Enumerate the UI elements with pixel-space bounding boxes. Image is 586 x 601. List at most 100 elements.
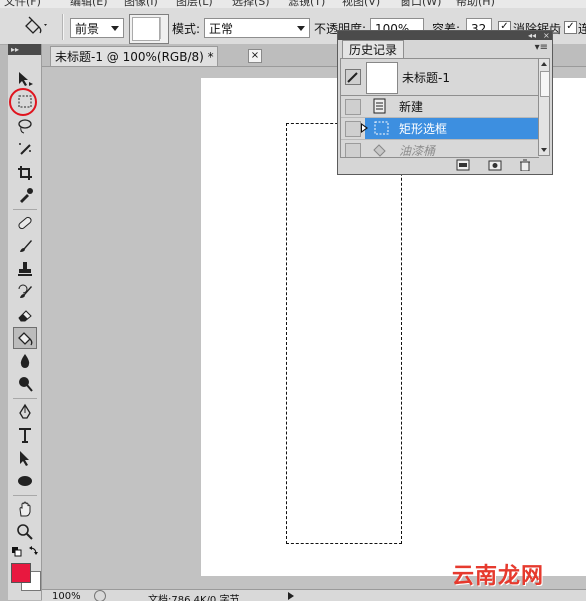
chevron-down-icon xyxy=(111,26,119,31)
move-icon xyxy=(19,72,33,86)
magic-wand-tool[interactable] xyxy=(13,139,37,161)
swap-colors-icon[interactable] xyxy=(28,545,38,555)
clone-stamp-tool[interactable] xyxy=(13,258,37,280)
shape-tool[interactable] xyxy=(13,470,37,492)
history-item-selected[interactable]: 矩形选框 xyxy=(341,118,539,140)
history-state-marker-icon xyxy=(361,123,368,133)
menu-image[interactable]: 图像(I) xyxy=(124,0,158,8)
paint-bucket-icon xyxy=(373,144,386,157)
crop-tool[interactable] xyxy=(13,162,37,184)
tools-panel-header[interactable]: ▸▸ xyxy=(8,44,41,55)
history-list: 未标题-1 新建 矩形选框 油漆桶 xyxy=(340,58,539,158)
history-panel: ◂◂ × 历史记录 ▾≡ 未标题-1 新建 矩形选框 油漆桶 xyxy=(337,30,553,175)
history-panel-tab[interactable]: 历史记录 xyxy=(342,40,405,59)
snapshot-thumbnail xyxy=(366,62,398,94)
pen-tool[interactable] xyxy=(13,401,37,423)
history-item[interactable]: 新建 xyxy=(341,96,539,118)
menubar: 文件(F) 编辑(E) 图像(I) 图层(L) 选择(S) 滤镜(T) 视图(V… xyxy=(0,0,586,8)
menu-select[interactable]: 选择(S) xyxy=(232,0,270,8)
hand-tool[interactable] xyxy=(13,498,37,520)
snapshot-row[interactable]: 未标题-1 xyxy=(341,59,539,96)
mode-value: 正常 xyxy=(209,22,234,36)
mode-label: 模式: xyxy=(172,22,201,36)
toolbar-divider xyxy=(13,398,37,399)
new-snapshot-icon[interactable] xyxy=(488,159,502,171)
contiguous-checkbox[interactable]: ✓ xyxy=(564,21,577,34)
brush-icon xyxy=(20,240,32,252)
history-source-checkbox[interactable] xyxy=(345,99,361,115)
path-select-icon xyxy=(20,451,29,466)
zoom-icon xyxy=(17,524,33,540)
history-brush-icon xyxy=(18,284,32,298)
status-icon[interactable] xyxy=(94,590,106,601)
eyedropper-tool[interactable] xyxy=(13,184,37,206)
close-tab-button[interactable]: × xyxy=(248,49,262,63)
history-source-checkbox[interactable] xyxy=(345,121,361,137)
crop-icon xyxy=(18,166,32,180)
separator xyxy=(62,14,64,40)
new-document-from-state-icon[interactable] xyxy=(456,159,470,171)
history-item[interactable]: 油漆桶 xyxy=(341,140,539,158)
rectangular-selection xyxy=(286,123,402,544)
default-colors-icon[interactable] xyxy=(12,546,22,557)
eyedropper-icon xyxy=(20,188,33,203)
tools-panel: ▸▸ xyxy=(8,44,42,600)
panel-titlebar[interactable]: ◂◂ × xyxy=(338,31,552,40)
foreground-color-swatch[interactable] xyxy=(11,563,31,583)
paint-bucket-tool[interactable] xyxy=(13,327,37,349)
selection-highlight xyxy=(365,118,539,139)
bandage-icon xyxy=(18,216,32,230)
menu-layer[interactable]: 图层(L) xyxy=(176,0,213,8)
snapshot-label: 未标题-1 xyxy=(402,71,450,85)
move-tool[interactable] xyxy=(13,68,37,90)
dodge-tool[interactable] xyxy=(13,373,37,395)
status-menu-arrow-icon[interactable] xyxy=(288,592,294,600)
pattern-dropdown[interactable] xyxy=(160,17,167,39)
lasso-icon xyxy=(18,119,32,134)
lasso-tool[interactable] xyxy=(13,115,37,137)
brush-tool[interactable] xyxy=(13,235,37,257)
menu-window[interactable]: 窗口(W) xyxy=(400,0,441,8)
trash-icon[interactable] xyxy=(518,159,532,171)
hand-icon xyxy=(19,501,31,517)
type-icon xyxy=(19,428,31,443)
document-tab[interactable]: 未标题-1 @ 100%(RGB/8) * xyxy=(50,46,218,66)
close-panel-icon[interactable]: × xyxy=(543,31,550,40)
history-brush-tool[interactable] xyxy=(13,281,37,303)
menu-help[interactable]: 帮助(H) xyxy=(456,0,495,8)
watermark-logo: 云南龙网 xyxy=(452,564,545,589)
toolbar-divider xyxy=(13,495,37,496)
blur-drop-icon xyxy=(20,354,30,368)
scroll-thumb[interactable] xyxy=(540,71,550,97)
history-panel-footer xyxy=(338,157,552,174)
blur-tool[interactable] xyxy=(13,350,37,372)
scroll-up-icon[interactable] xyxy=(541,62,547,66)
toolbar-divider xyxy=(13,209,37,210)
fill-source-select[interactable]: 前景 xyxy=(70,18,124,38)
menu-view[interactable]: 视图(V) xyxy=(342,0,380,8)
dodge-icon xyxy=(19,377,33,392)
menu-edit[interactable]: 编辑(E) xyxy=(70,0,108,8)
history-item-label: 油漆桶 xyxy=(399,144,436,158)
pattern-picker[interactable] xyxy=(129,14,169,44)
type-tool[interactable] xyxy=(13,424,37,446)
history-item-label: 新建 xyxy=(399,100,424,114)
mode-select[interactable]: 正常 xyxy=(204,18,310,38)
tool-preset-picker[interactable] xyxy=(20,14,48,38)
healing-brush-tool[interactable] xyxy=(13,212,37,234)
menu-filter[interactable]: 滤镜(T) xyxy=(288,0,325,8)
panel-menu-icon[interactable]: ▾≡ xyxy=(535,42,548,53)
contiguous-label: 连 xyxy=(578,22,586,36)
scroll-down-icon[interactable] xyxy=(541,148,547,152)
status-bar: 100% 文档:786.4K/0 字节 xyxy=(42,589,586,601)
menu-file[interactable]: 文件(F) xyxy=(4,0,41,8)
collapse-panel-icon[interactable]: ◂◂ xyxy=(528,31,536,40)
history-scrollbar[interactable] xyxy=(538,58,550,156)
history-brush-source-icon xyxy=(345,69,361,85)
eraser-tool[interactable] xyxy=(13,304,37,326)
zoom-tool[interactable] xyxy=(13,521,37,543)
path-selection-tool[interactable] xyxy=(13,447,37,469)
ellipse-icon xyxy=(18,476,32,486)
fill-source-value: 前景 xyxy=(75,22,100,36)
history-source-checkbox[interactable] xyxy=(345,143,361,157)
